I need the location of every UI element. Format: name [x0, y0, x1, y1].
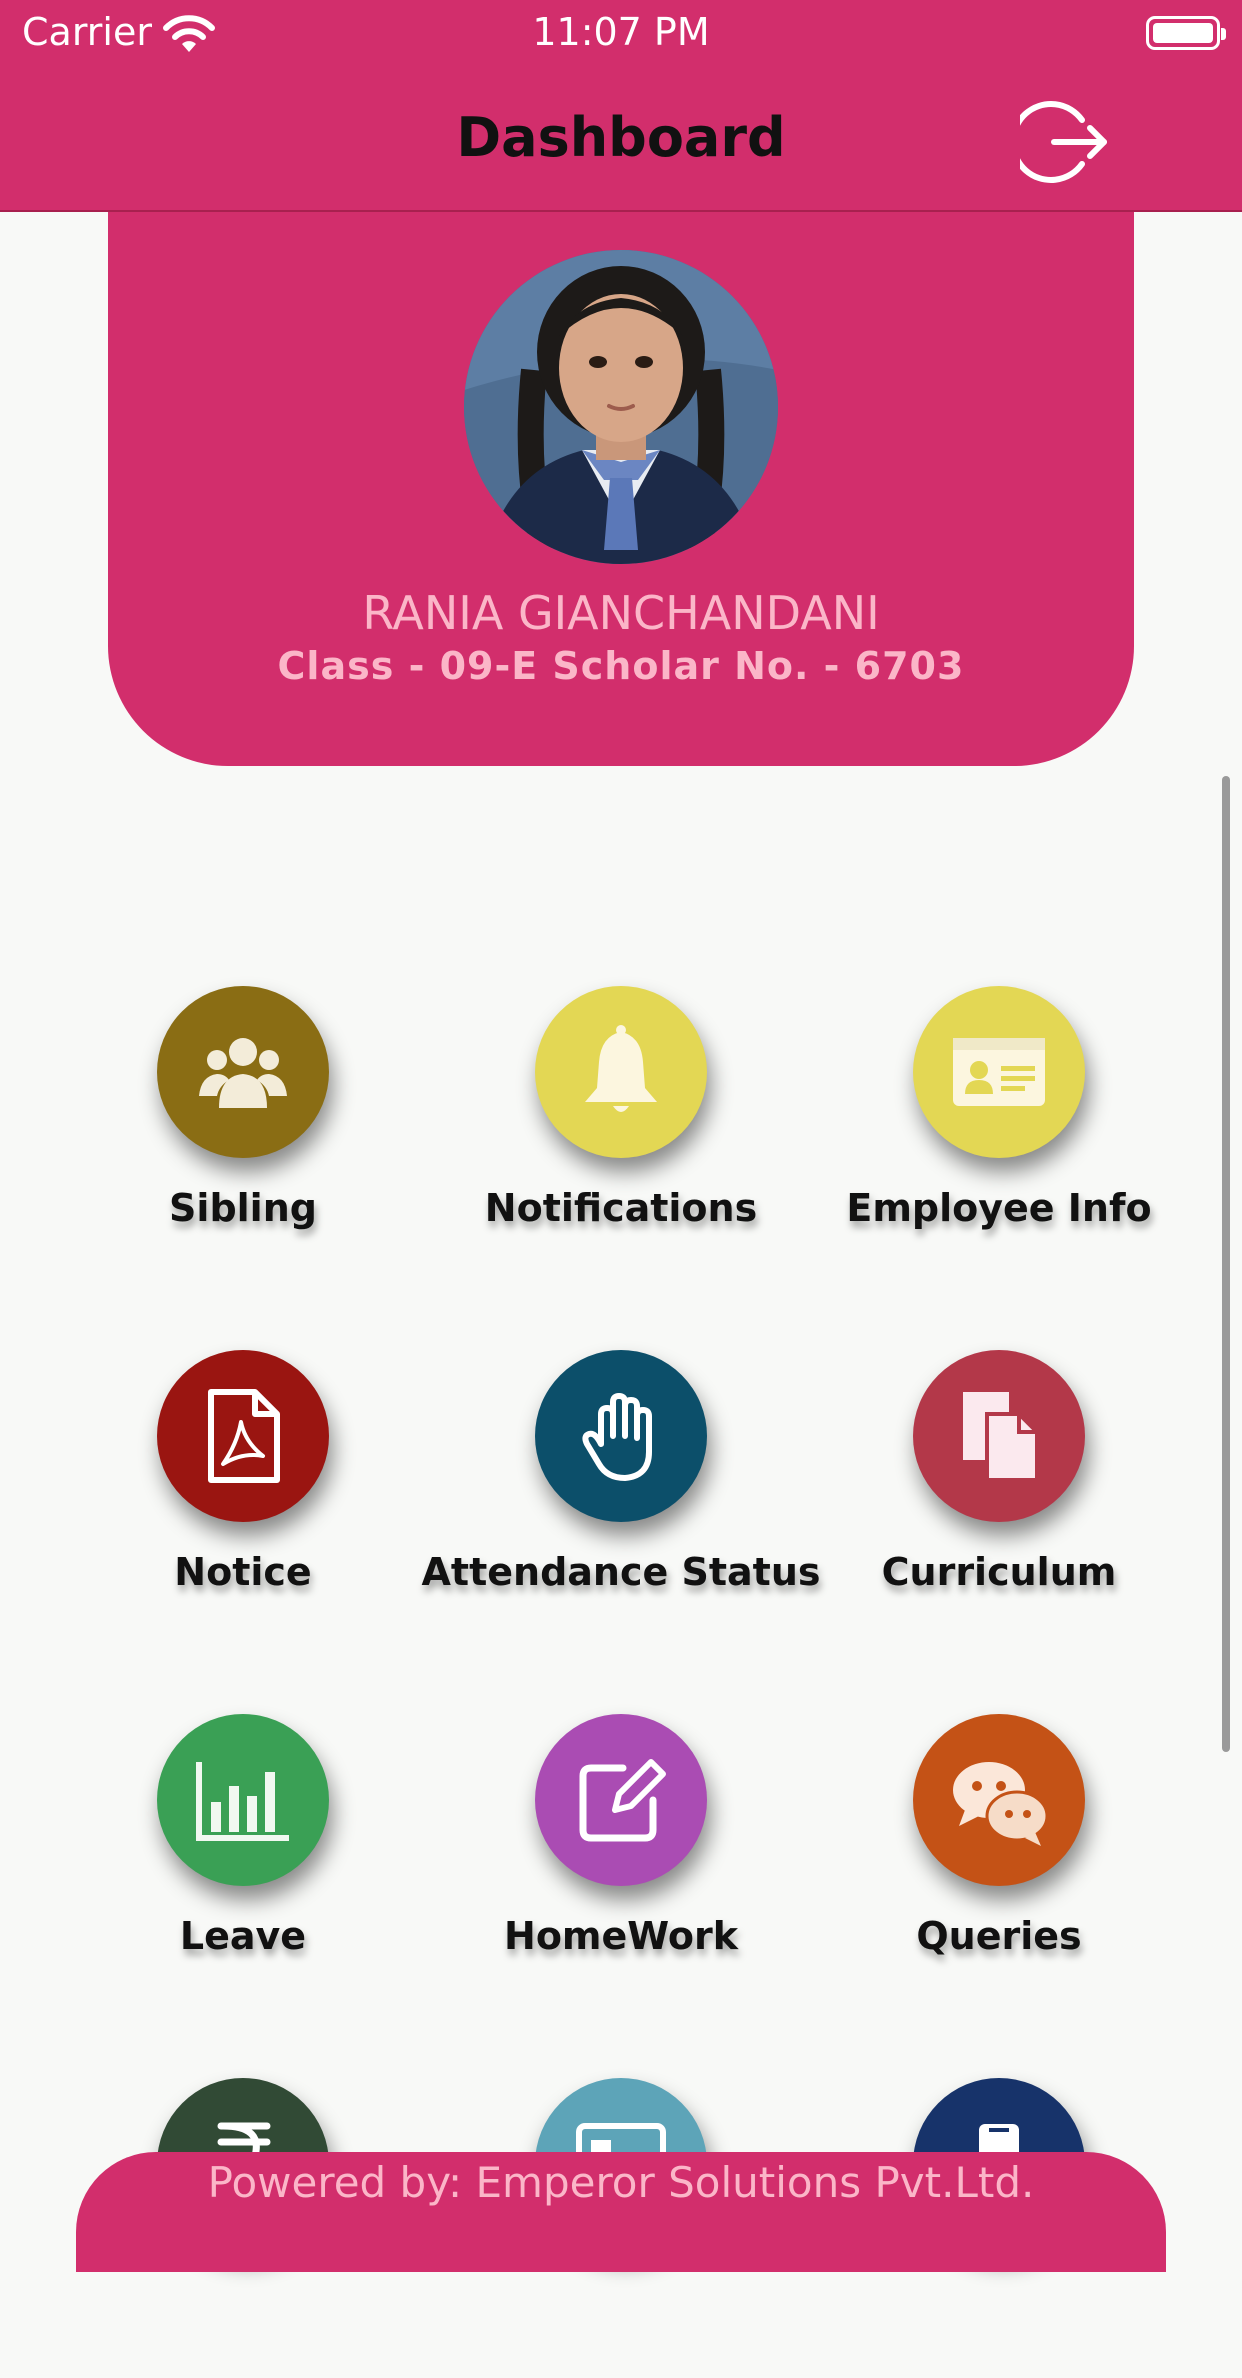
menu-item-label: Sibling: [169, 1186, 317, 1230]
menu-item-label: Notice: [174, 1550, 312, 1594]
group-icon: [199, 1038, 287, 1108]
menu-item-icon-circle: [157, 1350, 329, 1522]
hand-icon: [582, 1393, 652, 1481]
edit-icon: [579, 1759, 666, 1842]
menu-item-leave[interactable]: Leave: [53, 1714, 433, 2014]
menu-item-label: Employee Info: [846, 1186, 1152, 1230]
menu-item-icon-circle: [535, 1350, 707, 1522]
menu-item-icon-circle: [913, 1714, 1085, 1886]
bell-icon: [585, 1025, 657, 1112]
documents-icon: [963, 1392, 1039, 1482]
menu-item-icon-circle: [157, 986, 329, 1158]
powered-by-text: Powered by: Emperor Solutions Pvt.Ltd.: [207, 2158, 1035, 2207]
menu-item-label: Queries: [916, 1914, 1082, 1958]
menu-item-employee-info[interactable]: Employee Info: [809, 986, 1189, 1286]
menu-item-homework[interactable]: HomeWork: [431, 1714, 811, 2014]
footer-banner: Powered by: Emperor Solutions Pvt.Ltd.: [76, 2152, 1166, 2272]
menu-item-notice[interactable]: Notice: [53, 1350, 433, 1650]
menu-item-queries[interactable]: Queries: [809, 1714, 1189, 2014]
menu-item-attendance-status[interactable]: Attendance Status: [422, 1350, 821, 1650]
menu-item-label: Curriculum: [881, 1550, 1117, 1594]
menu-item-label: HomeWork: [504, 1914, 738, 1958]
menu-item-icon-circle: [535, 986, 707, 1158]
id-card-icon: [953, 1038, 1045, 1106]
menu-item-icon-circle: [535, 1714, 707, 1886]
menu-item-label: Notifications: [484, 1186, 758, 1230]
menu-grid: Sibling Notifications Employee Info Noti…: [0, 0, 1242, 2250]
menu-item-sibling[interactable]: Sibling: [53, 986, 433, 1286]
pdf-file-icon: [208, 1389, 280, 1483]
menu-item-label: Leave: [179, 1914, 307, 1958]
chat-icon: [953, 1762, 1049, 1846]
menu-item-label: Attendance Status: [421, 1550, 821, 1594]
menu-item-icon-circle: [157, 1714, 329, 1886]
menu-item-curriculum[interactable]: Curriculum: [809, 1350, 1189, 1650]
menu-item-icon-circle: [913, 986, 1085, 1158]
bar-chart-icon: [196, 1762, 289, 1841]
menu-item-icon-circle: [913, 1350, 1085, 1522]
menu-item-notifications[interactable]: Notifications: [431, 986, 811, 1286]
